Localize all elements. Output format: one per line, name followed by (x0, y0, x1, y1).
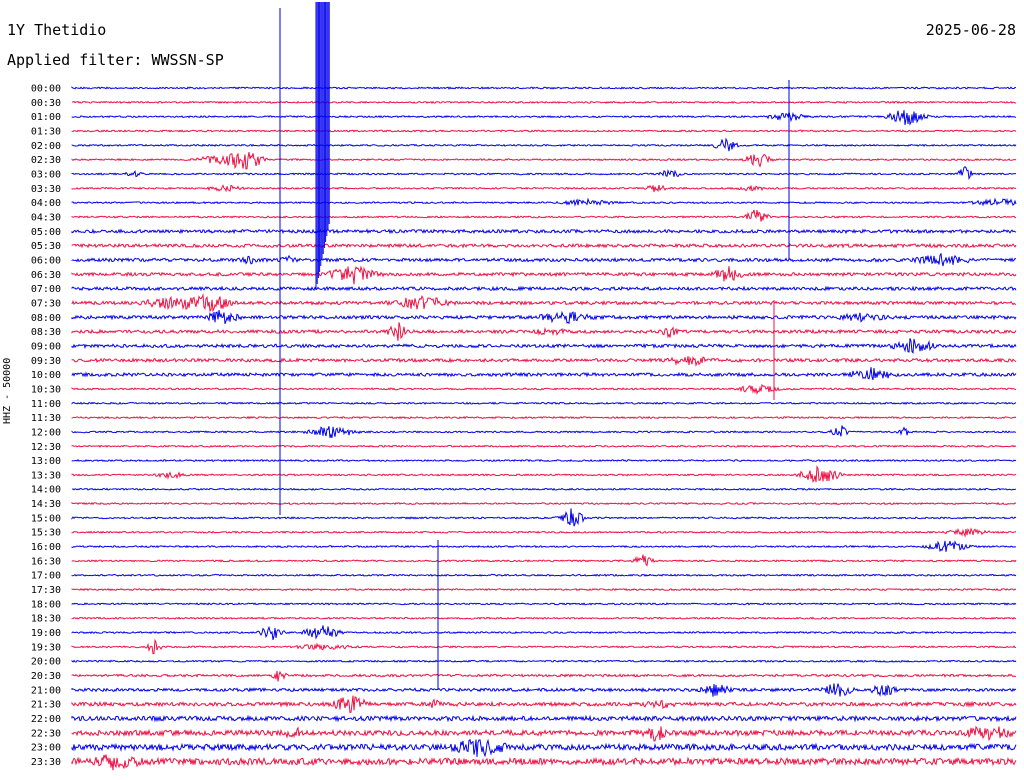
row-time-label: 18:00 (31, 599, 61, 610)
row-time-label: 02:30 (31, 155, 61, 166)
seismogram-trace (71, 242, 1017, 249)
seismogram-trace (71, 338, 1017, 354)
row-time-label: 06:30 (31, 270, 61, 281)
row-time-label: 16:30 (31, 556, 61, 567)
seismogram-trace (71, 166, 1017, 181)
row-time-label: 18:30 (31, 614, 61, 625)
row-time-label: 13:30 (31, 470, 61, 481)
seismogram-trace (71, 425, 1017, 439)
row-time-label: 06:00 (31, 255, 61, 266)
seismogram-trace (71, 184, 1017, 193)
seismogram-trace (71, 638, 1017, 655)
seismogram-trace (71, 444, 1017, 448)
row-time-label: 01:30 (31, 126, 61, 137)
row-time-label: 09:00 (31, 341, 61, 352)
seismogram-trace (71, 293, 1017, 313)
seismogram-trace (71, 625, 1017, 641)
seismogram-trace (71, 209, 1017, 222)
seismogram-trace (71, 137, 1017, 152)
seismogram-trace (71, 152, 1017, 170)
row-time-label: 23:00 (31, 743, 61, 754)
helicorder-plot: 00:00 00:30 01:00 01:30 02:00 02:30 03:00 03:30… (31, 2, 1017, 771)
row-time-label: 12:00 (31, 427, 61, 438)
seismogram-trace (71, 540, 1017, 553)
row-time-label: 00:00 (31, 84, 61, 95)
seismogram-trace (71, 310, 1017, 325)
row-time-label: 23:30 (31, 757, 61, 768)
row-time-label: 21:00 (31, 685, 61, 696)
row-time-label: 07:00 (31, 284, 61, 295)
row-time-label: 14:00 (31, 485, 61, 496)
seismogram-trace (71, 527, 1017, 538)
row-time-label: 02:00 (31, 141, 61, 152)
row-time-label: 09:30 (31, 356, 61, 367)
row-time-label: 07:30 (31, 298, 61, 309)
row-time-label: 15:30 (31, 528, 61, 539)
row-time-label: 17:30 (31, 585, 61, 596)
row-time-label: 10:00 (31, 370, 61, 381)
row-time-label: 08:30 (31, 327, 61, 338)
row-time-label: 04:30 (31, 212, 61, 223)
seismogram-trace (71, 100, 1017, 104)
seismogram-trace (71, 501, 1017, 506)
seismogram-trace (71, 616, 1017, 620)
seismogram-trace (71, 129, 1017, 133)
row-time-label: 20:00 (31, 657, 61, 668)
row-time-label: 00:30 (31, 98, 61, 109)
seismogram-trace (71, 383, 1016, 395)
row-time-label: 15:00 (31, 513, 61, 524)
seismogram-trace (71, 670, 1016, 682)
seismogram-trace (71, 602, 1017, 606)
row-time-label: 10:30 (31, 384, 61, 395)
seismogram-trace (71, 355, 1017, 368)
seismogram-trace (71, 415, 1017, 420)
row-time-label: 12:30 (31, 442, 61, 453)
row-time-label: 05:30 (31, 241, 61, 252)
seismogram-trace (71, 587, 1017, 592)
seismogram-trace (71, 367, 1017, 381)
row-time-label: 11:30 (31, 413, 61, 424)
row-time-label: 03:30 (31, 184, 61, 195)
row-time-label: 11:00 (31, 399, 61, 410)
seismogram-trace (71, 252, 1017, 267)
seismogram-trace (71, 714, 1017, 723)
seismogram-trace (71, 487, 1017, 491)
row-time-label: 21:30 (31, 700, 61, 711)
seismogram-trace (71, 738, 1017, 758)
seismogram-trace (71, 754, 1017, 771)
seismogram-trace (71, 659, 1017, 663)
seismogram-trace (71, 683, 1017, 697)
row-time-label: 04:00 (31, 198, 61, 209)
row-time-label: 19:00 (31, 628, 61, 639)
seismogram-trace (71, 228, 1017, 235)
row-time-label: 20:30 (31, 671, 61, 682)
seismogram-trace (71, 197, 1017, 207)
seismogram-trace (71, 695, 1017, 714)
seismogram-trace (71, 725, 1017, 742)
row-time-label: 08:00 (31, 313, 61, 324)
seismogram-trace (71, 465, 1017, 483)
seismogram-trace (71, 265, 1017, 285)
seismogram-trace (71, 285, 1017, 292)
row-time-label: 22:30 (31, 728, 61, 739)
row-time-label: 22:00 (31, 714, 61, 725)
seismogram-trace (71, 573, 1017, 577)
row-time-label: 19:30 (31, 642, 61, 653)
seismogram-trace (71, 86, 1017, 90)
row-time-label: 14:30 (31, 499, 61, 510)
row-time-label: 01:00 (31, 112, 61, 123)
row-time-label: 13:00 (31, 456, 61, 467)
seismogram-trace (71, 401, 1017, 406)
row-time-label: 03:00 (31, 169, 61, 180)
seismogram-trace (71, 508, 1017, 527)
seismogram-trace (71, 110, 1017, 126)
row-time-label: 05:00 (31, 227, 61, 238)
row-time-label: 17:00 (31, 571, 61, 582)
seismogram-trace (71, 322, 1017, 341)
seismogram-trace (71, 554, 1017, 567)
row-time-label: 16:00 (31, 542, 61, 553)
seismogram-trace (71, 458, 1017, 463)
